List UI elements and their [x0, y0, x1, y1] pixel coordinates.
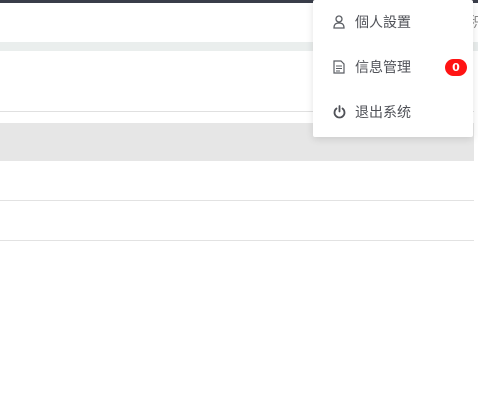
menu-item-message-management[interactable]: 信息管理 0 — [313, 45, 473, 89]
menu-item-personal-settings[interactable]: 個人設置 — [313, 0, 473, 44]
menu-item-label: 信息管理 — [355, 60, 411, 76]
user-icon — [332, 15, 346, 29]
table-row[interactable] — [0, 161, 474, 201]
unread-count-badge: 0 — [445, 59, 467, 76]
menu-item-logout[interactable]: 退出系统 — [313, 90, 473, 134]
document-icon — [332, 60, 346, 74]
menu-item-label: 個人設置 — [355, 15, 411, 31]
power-icon — [332, 105, 346, 119]
app-page: 积 個人設置 信息管理 0 退出系统 — [0, 0, 478, 412]
table-row[interactable] — [0, 201, 474, 241]
menu-item-label: 退出系统 — [355, 105, 411, 121]
user-dropdown-menu: 個人設置 信息管理 0 退出系统 — [313, 0, 473, 137]
